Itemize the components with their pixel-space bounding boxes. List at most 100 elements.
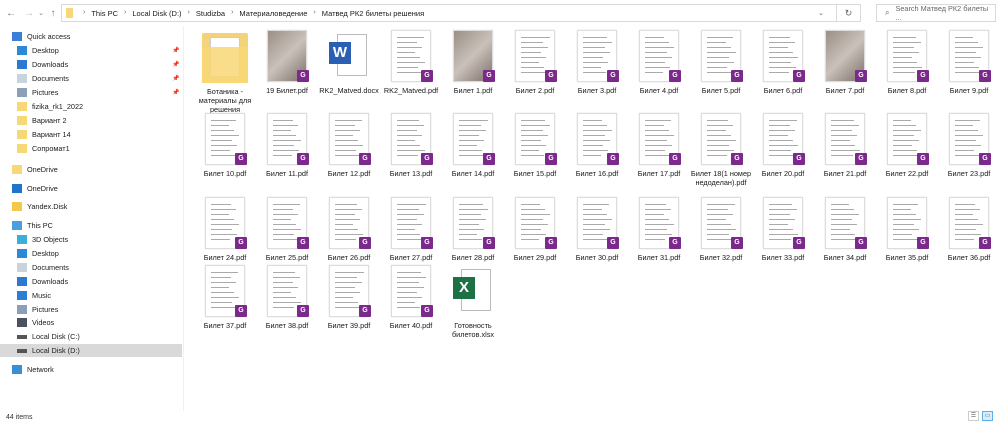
file-item[interactable]: G Билет 18(1 номер недоделан).pdf [690, 113, 752, 187]
sidebar-item[interactable]: Local Disk (D:) [0, 344, 182, 357]
file-item[interactable]: G Билет 2.pdf [504, 30, 566, 95]
details-view-button[interactable]: ☰ [968, 411, 979, 421]
file-item[interactable]: G Билет 15.pdf [504, 113, 566, 178]
back-button[interactable]: ← [4, 8, 18, 19]
chevron-down-icon[interactable]: ⌄ [818, 9, 824, 17]
file-item[interactable]: G Билет 7.pdf [814, 30, 876, 95]
file-name: Билет 22.pdf [885, 169, 929, 178]
file-item[interactable]: G Билет 24.pdf [194, 197, 256, 262]
file-item[interactable]: G Билет 31.pdf [628, 197, 690, 262]
file-item[interactable]: G Билет 16.pdf [566, 113, 628, 178]
file-item[interactable]: G Билет 39.pdf [318, 265, 380, 330]
search-placeholder: Search Матвед РК2 билеты ... [895, 4, 989, 22]
sidebar-item[interactable]: Pictures [17, 86, 58, 99]
sidebar-item[interactable]: Desktop [17, 247, 59, 260]
file-item[interactable]: G Билет 25.pdf [256, 197, 318, 262]
sidebar-item[interactable]: Pictures [17, 303, 58, 316]
file-item[interactable]: G Билет 4.pdf [628, 30, 690, 95]
file-item[interactable]: G 19 Билет.pdf [256, 30, 318, 95]
file-item[interactable]: G Билет 34.pdf [814, 197, 876, 262]
sidebar-item[interactable]: Local Disk (C:) [17, 330, 80, 343]
file-item[interactable]: G Билет 22.pdf [876, 113, 938, 178]
file-item[interactable]: G Билет 32.pdf [690, 197, 752, 262]
pane-divider[interactable] [183, 26, 184, 411]
sidebar-item[interactable]: This PC [12, 219, 53, 232]
file-item[interactable]: G Билет 17.pdf [628, 113, 690, 178]
sidebar-item[interactable]: fizika_rk1_2022 [17, 100, 83, 113]
file-item[interactable]: G Билет 35.pdf [876, 197, 938, 262]
file-item[interactable]: G Билет 3.pdf [566, 30, 628, 95]
breadcrumb-separator-icon[interactable]: › [231, 9, 233, 18]
breadcrumb-item[interactable]: This PC [91, 9, 118, 18]
pdf-thumbnail: G [267, 197, 309, 249]
file-item[interactable]: G Билет 37.pdf [194, 265, 256, 330]
sidebar-item[interactable]: Videos [17, 316, 54, 329]
sidebar-item[interactable]: Documents [17, 72, 69, 85]
sidebar-item[interactable]: Desktop [17, 44, 59, 57]
file-item[interactable]: G Билет 27.pdf [380, 197, 442, 262]
breadcrumb-separator-icon[interactable]: › [188, 9, 190, 18]
download-icon [17, 60, 27, 69]
file-item[interactable]: G Билет 10.pdf [194, 113, 256, 178]
sidebar-item[interactable]: Downloads [17, 58, 68, 71]
breadcrumb-item[interactable]: Матвед РК2 билеты решения [322, 9, 424, 18]
file-item[interactable]: G Билет 29.pdf [504, 197, 566, 262]
file-item[interactable]: Ботаника - материалы для решения [194, 30, 256, 114]
pdf-reader-badge-icon: G [855, 153, 867, 165]
sidebar-item-label: Quick access [27, 32, 71, 41]
file-item[interactable]: G Билет 33.pdf [752, 197, 814, 262]
sidebar-item[interactable]: Documents [17, 261, 69, 274]
file-item[interactable]: G Билет 13.pdf [380, 113, 442, 178]
file-name: Билет 11.pdf [265, 169, 309, 178]
sidebar-item[interactable]: Вариант 2 [17, 114, 67, 127]
file-item[interactable]: G RK2_Matved.pdf [380, 30, 442, 95]
file-item[interactable]: G Билет 12.pdf [318, 113, 380, 178]
file-item[interactable]: G Билет 1.pdf [442, 30, 504, 95]
file-item[interactable]: W RK2_Matved.docx [318, 30, 380, 95]
sidebar-item[interactable]: OneDrive [12, 182, 58, 195]
file-item[interactable]: G Билет 36.pdf [938, 197, 1000, 262]
file-name: Билет 3.pdf [577, 86, 617, 95]
sidebar-item[interactable]: Вариант 14 [17, 128, 71, 141]
file-item[interactable]: G Билет 9.pdf [938, 30, 1000, 95]
file-item[interactable]: G Билет 21.pdf [814, 113, 876, 178]
breadcrumb-item[interactable]: Studizba [196, 9, 225, 18]
file-item[interactable]: G Билет 23.pdf [938, 113, 1000, 178]
file-item[interactable]: G Билет 20.pdf [752, 113, 814, 178]
sidebar-item[interactable]: OneDrive [12, 163, 58, 176]
sidebar-item[interactable]: Сопромат1 [17, 142, 70, 155]
sidebar-item[interactable]: Music [17, 289, 51, 302]
sidebar-item[interactable]: Network [12, 363, 54, 376]
breadcrumb-separator-icon[interactable]: › [124, 9, 126, 18]
up-button[interactable]: ↑ [46, 8, 60, 19]
breadcrumb-separator-icon[interactable]: › [313, 9, 315, 18]
sidebar-item[interactable]: Quick access [12, 30, 70, 43]
sidebar-item-label: Desktop [32, 249, 59, 258]
sidebar-item[interactable]: Downloads [17, 275, 68, 288]
file-item[interactable]: G Билет 28.pdf [442, 197, 504, 262]
file-item[interactable]: G Билет 30.pdf [566, 197, 628, 262]
file-name: Билет 34.pdf [823, 253, 867, 262]
address-bar[interactable]: › This PC › Local Disk (D:) › Studizba › Матери… [61, 4, 861, 22]
file-item[interactable]: G Билет 14.pdf [442, 113, 504, 178]
breadcrumb-item[interactable]: Local Disk (D:) [132, 9, 181, 18]
file-item[interactable]: G Билет 38.pdf [256, 265, 318, 330]
file-item[interactable]: G Билет 26.pdf [318, 197, 380, 262]
sidebar-item[interactable]: 3D Objects [17, 233, 68, 246]
file-item[interactable]: G Билет 11.pdf [256, 113, 318, 178]
search-input[interactable]: ⌕ Search Матвед РК2 билеты ... [876, 4, 996, 22]
sidebar-item[interactable]: Yandex.Disk [12, 200, 67, 213]
folder-icon [66, 8, 73, 18]
file-item[interactable]: G Билет 40.pdf [380, 265, 442, 330]
file-item[interactable]: G Билет 8.pdf [876, 30, 938, 95]
refresh-button[interactable]: ↻ [836, 5, 860, 21]
file-name: Билет 2.pdf [515, 86, 555, 95]
file-item[interactable]: G Билет 5.pdf [690, 30, 752, 95]
pdf-thumbnail: G [453, 30, 495, 82]
file-item[interactable]: X Готовность билетов.xlsx [442, 265, 504, 339]
breadcrumb-item[interactable]: Материаловедение [239, 9, 307, 18]
pdf-reader-badge-icon: G [545, 237, 557, 249]
large-icons-view-button[interactable]: ▭ [982, 411, 993, 421]
file-item[interactable]: G Билет 6.pdf [752, 30, 814, 95]
breadcrumb-separator-icon[interactable]: › [83, 9, 85, 18]
